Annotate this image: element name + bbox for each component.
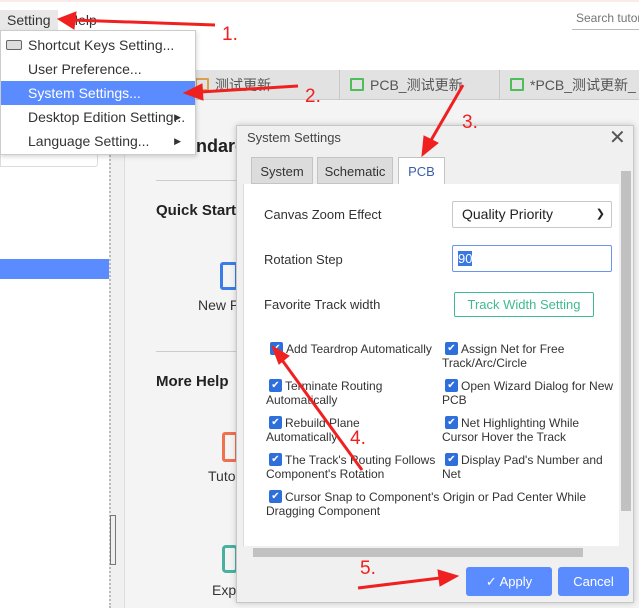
checkbox-checked-icon[interactable]: ✔ (269, 453, 282, 466)
new-project-label[interactable]: New P (198, 297, 239, 313)
folder-icon (195, 78, 209, 91)
pcb-icon (510, 78, 524, 91)
vertical-scroll-thumb[interactable] (621, 171, 631, 511)
checkbox-checked-icon[interactable]: ✔ (269, 379, 282, 392)
quick-start-heading: Quick Start (156, 202, 237, 219)
annotation-step-5: 5. (360, 558, 376, 579)
annotation-step-2: 2. (305, 86, 321, 107)
document-tab-bar: 测试更新 PCB_测试更新 *PCB_测试更新_ (125, 70, 639, 100)
checkbox-checked-icon[interactable]: ✔ (270, 342, 283, 355)
checkbox-checked-icon[interactable]: ✔ (445, 416, 458, 429)
left-panel-search[interactable] (0, 155, 98, 167)
submenu-arrow-icon: ▶ (174, 112, 181, 122)
checkbox-terminate-routing[interactable]: ✔ Terminate Routing Automatically (266, 379, 416, 407)
checkbox-display-pad-number[interactable]: ✔ Display Pad's Number and Net (442, 453, 617, 481)
tab-schematic[interactable]: Schematic (317, 157, 393, 184)
checkbox-track-follows-rotation[interactable]: ✔ The Track's Routing Follows Component's… (266, 453, 441, 481)
search-input[interactable] (572, 6, 639, 30)
setting-dropdown-menu: Shortcut Keys Setting... User Preference… (0, 30, 196, 155)
rotation-step-input[interactable]: 90 (452, 245, 612, 272)
checkbox-checked-icon[interactable]: ✔ (269, 416, 282, 429)
collapse-handle[interactable] (110, 515, 116, 565)
menu-item-language[interactable]: Language Setting... ▶ (1, 129, 195, 153)
annotation-step-3: 3. (462, 112, 478, 133)
tab-pcb[interactable]: PCB (398, 157, 445, 185)
cancel-button[interactable]: Cancel (558, 567, 629, 596)
system-settings-dialog: System Settings ✕ System Schematic PCB C… (236, 125, 634, 603)
checkbox-open-wizard[interactable]: ✔ Open Wizard Dialog for New PCB (442, 379, 617, 407)
tutorial-label[interactable]: Tuto (208, 468, 236, 484)
annotation-step-1: 1. (222, 24, 238, 45)
doc-tab[interactable]: PCB_测试更新 (340, 70, 500, 100)
selected-tree-item[interactable] (0, 259, 109, 279)
tab-system[interactable]: System (251, 157, 313, 184)
horizontal-scroll-thumb[interactable] (253, 548, 583, 557)
checkbox-net-highlighting[interactable]: ✔ Net Highlighting While Cursor Hover the… (442, 416, 617, 444)
menu-item-desktop-edition[interactable]: Desktop Edition Setting... ▶ (1, 105, 195, 129)
pcb-settings-panel: Canvas Zoom Effect Quality Priority ❯ Rot… (243, 184, 619, 546)
annotation-step-4: 4. (350, 428, 366, 449)
more-help-heading: More Help (156, 373, 229, 390)
explore-label[interactable]: Exp (212, 582, 236, 598)
submenu-arrow-icon: ▶ (174, 136, 181, 146)
track-width-setting-button[interactable]: Track Width Setting (454, 292, 594, 317)
dialog-title: System Settings (247, 130, 341, 145)
checkbox-checked-icon[interactable]: ✔ (445, 342, 458, 355)
chevron-down-icon: ❯ (595, 208, 605, 220)
checkbox-add-teardrop[interactable]: ✔ Add Teardrop Automatically (267, 342, 447, 356)
menu-item-system-settings[interactable]: System Settings... (1, 81, 195, 105)
menu-setting[interactable]: Setting (0, 10, 58, 31)
menu-help[interactable]: Help (68, 10, 97, 31)
menu-item-user-preference[interactable]: User Preference... (1, 57, 195, 81)
canvas-zoom-label: Canvas Zoom Effect (264, 207, 382, 222)
pcb-icon (350, 78, 364, 91)
checkbox-cursor-snap[interactable]: ✔ Cursor Snap to Component's Origin or Pa… (266, 490, 606, 518)
left-panel (0, 155, 110, 608)
close-icon[interactable]: ✕ (609, 126, 626, 150)
check-icon: ✓ (485, 574, 500, 589)
apply-button[interactable]: ✓ Apply (466, 567, 552, 596)
keyboard-icon (6, 40, 22, 50)
checkbox-checked-icon[interactable]: ✔ (269, 490, 282, 503)
checkbox-rebuild-plane[interactable]: ✔ Rebuild Plane Automatically (266, 416, 386, 444)
doc-tab[interactable]: *PCB_测试更新_ (500, 70, 639, 100)
rotation-step-label: Rotation Step (264, 252, 343, 267)
checkbox-checked-icon[interactable]: ✔ (445, 379, 458, 392)
canvas-zoom-select[interactable]: Quality Priority ❯ (452, 201, 612, 228)
checkbox-checked-icon[interactable]: ✔ (445, 453, 458, 466)
menu-item-shortcut-keys[interactable]: Shortcut Keys Setting... (1, 33, 195, 57)
checkbox-assign-net[interactable]: ✔ Assign Net for Free Track/Arc/Circle (442, 342, 617, 370)
track-width-label: Favorite Track width (264, 297, 381, 312)
